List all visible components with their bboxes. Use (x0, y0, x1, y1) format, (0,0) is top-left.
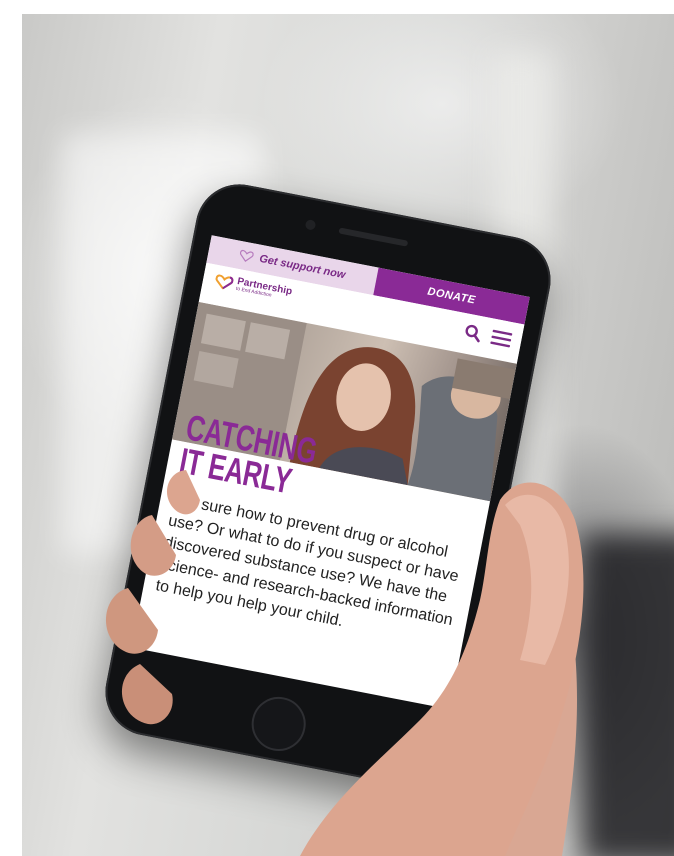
middle-fingertip (130, 515, 176, 576)
pinky-fingertip (121, 664, 173, 725)
ring-fingertip (105, 588, 158, 654)
index-fingertip (166, 470, 200, 515)
hand-fingers (105, 470, 584, 856)
